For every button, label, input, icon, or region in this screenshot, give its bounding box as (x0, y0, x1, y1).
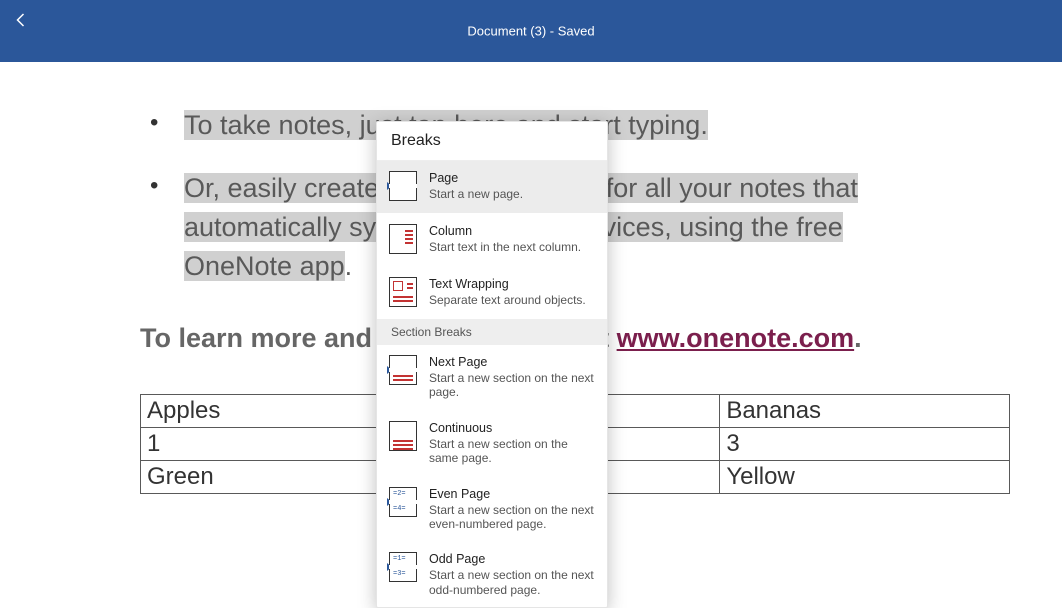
column-break-icon (389, 224, 421, 256)
odd-page-icon: =1==3= (389, 552, 421, 584)
table-cell[interactable]: Yellow (720, 460, 1010, 493)
table-cell[interactable]: 3 (720, 427, 1010, 460)
table-cell[interactable]: Bananas (720, 394, 1010, 427)
back-arrow-icon (13, 11, 31, 29)
section-break-continuous[interactable]: Continuous Start a new section on the sa… (377, 410, 607, 476)
section-break-odd-page[interactable]: =1==3= Odd Page Start a new section on t… (377, 541, 607, 607)
even-page-icon: =2==4= (389, 487, 421, 519)
breaks-panel: Breaks Page Start a new page. Column Sta… (376, 121, 608, 608)
continuous-icon (389, 421, 421, 453)
section-breaks-label: Section Breaks (377, 319, 607, 345)
section-break-even-page[interactable]: =2==4= Even Page Start a new section on … (377, 476, 607, 542)
option-desc: Start a new page. (429, 187, 595, 201)
text-wrapping-icon (389, 277, 421, 309)
break-option-page[interactable]: Page Start a new page. (377, 161, 607, 213)
onenote-link[interactable]: www.onenote.com (617, 323, 855, 353)
break-option-column[interactable]: Column Start text in the next column. (377, 213, 607, 266)
next-page-icon (389, 355, 421, 387)
page-break-icon (389, 171, 421, 203)
section-break-next-page[interactable]: Next Page Start a new section on the nex… (377, 345, 607, 410)
breaks-panel-title: Breaks (377, 122, 607, 161)
option-name: Page (429, 171, 595, 185)
title-bar: Document (3) - Saved (0, 0, 1062, 62)
document-title: Document (3) - Saved (467, 24, 594, 39)
back-button[interactable] (8, 6, 36, 34)
break-option-text-wrapping[interactable]: Text Wrapping Separate text around objec… (377, 266, 607, 319)
